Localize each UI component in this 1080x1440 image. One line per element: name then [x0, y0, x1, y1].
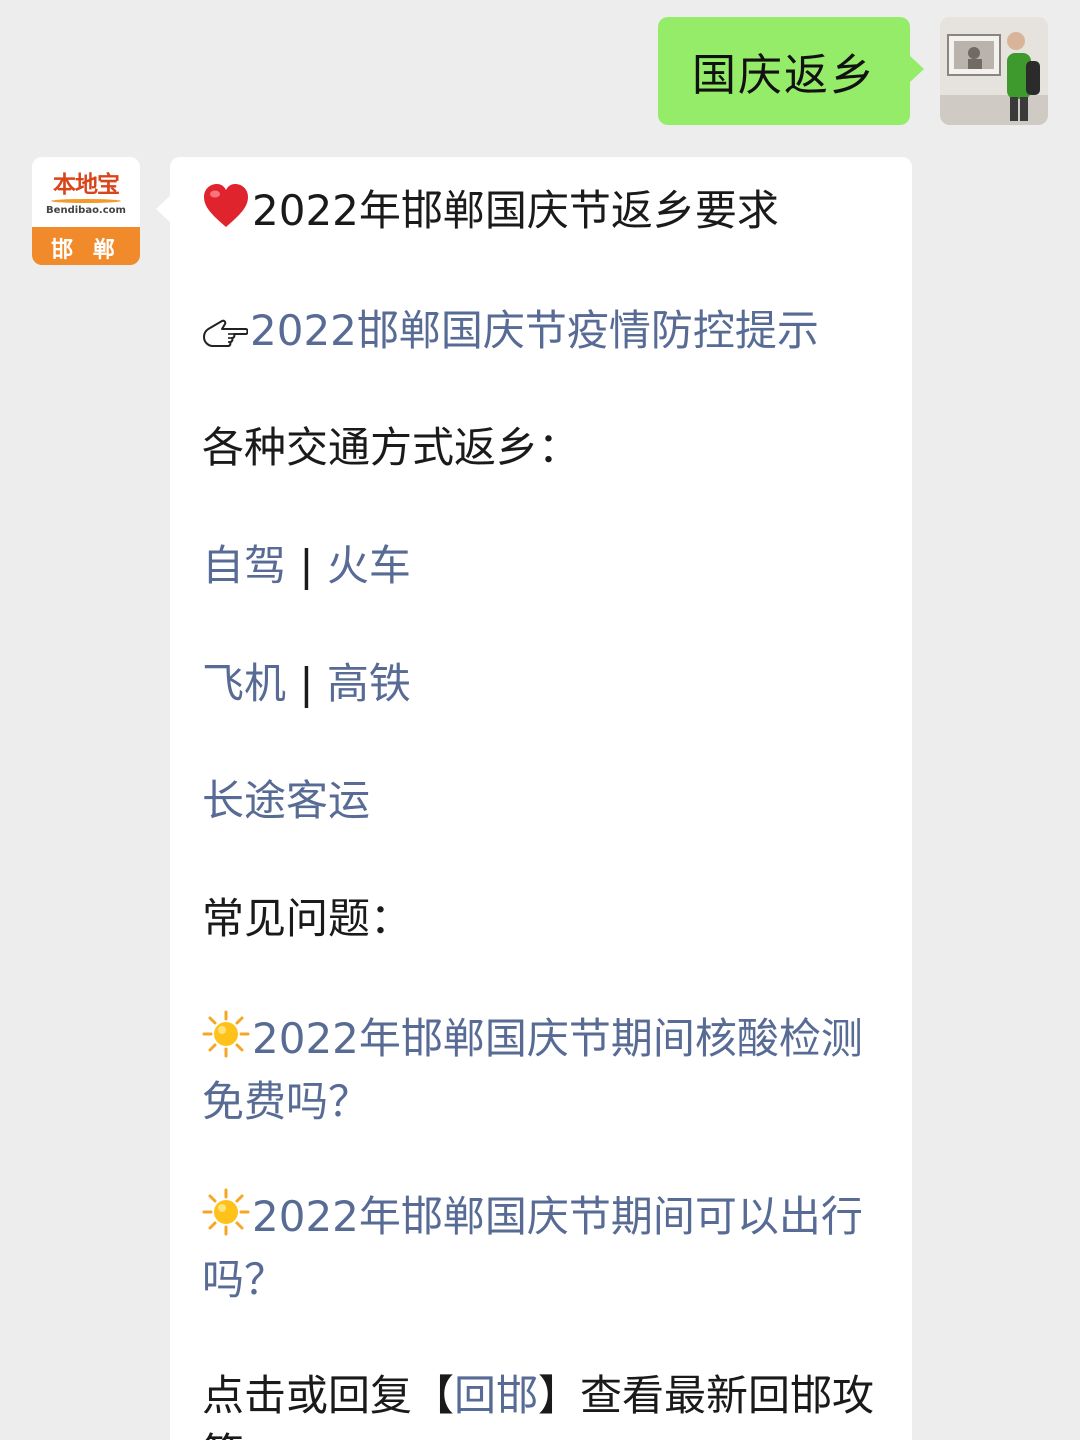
transport-heading: 各种交通方式返乡：: [202, 423, 581, 472]
transport-row-1: 自驾 | 火车: [202, 537, 882, 595]
faq-link-nucleic-test-text: 2022年邯郸国庆节期间核酸检测免费吗？: [202, 1014, 863, 1126]
reply-instruction: 点击或回复【回邯】查看最新回邯攻策: [202, 1367, 882, 1440]
logo-city-banner: 邯 郸: [32, 227, 140, 265]
sun-icon: [202, 1188, 250, 1251]
epidemic-tip-link-text: 2022邯郸国庆节疫情防控提示: [250, 306, 819, 355]
faq-heading: 常见问题：: [202, 894, 413, 943]
train-link[interactable]: 火车: [327, 541, 411, 590]
message-title: 2022年邯郸国庆节返乡要求: [202, 182, 882, 244]
logo-domain-text: Bendibao.com: [46, 204, 126, 216]
faq-link-travel[interactable]: 2022年邯郸国庆节期间可以出行吗？: [202, 1188, 882, 1309]
epidemic-tip-link[interactable]: 2022邯郸国庆节疫情防控提示: [202, 302, 882, 363]
logo-swoosh: [51, 198, 121, 203]
incoming-message-bubble: 2022年邯郸国庆节返乡要求 2022邯郸国庆节疫情防控提示 各种交通方式返乡：…: [156, 157, 912, 1440]
logo-brand-text: 本地宝: [53, 170, 120, 198]
message-title-text: 2022年邯郸国庆节返乡要求: [252, 186, 779, 235]
reply-instruction-prefix: 点击或回复【: [202, 1371, 455, 1420]
bendibao-logo: 本地宝 Bendibao.com: [32, 157, 140, 227]
link-separator: |: [299, 659, 314, 708]
faq-link-travel-text: 2022年邯郸国庆节期间可以出行吗？: [202, 1192, 863, 1304]
bendibao-avatar[interactable]: 本地宝 Bendibao.com 邯 郸: [32, 157, 140, 265]
sun-icon: [202, 1010, 250, 1073]
logo-city-text: 邯 郸: [51, 238, 121, 263]
user-photo-image: [940, 17, 1048, 125]
flight-link[interactable]: 飞机: [202, 659, 286, 708]
heart-icon: [202, 183, 250, 244]
self-drive-link[interactable]: 自驾: [202, 541, 286, 590]
link-separator: |: [299, 541, 314, 590]
pointing-hand-icon: [202, 305, 249, 363]
outgoing-message-row: 国庆返乡: [658, 17, 1048, 125]
faq-link-nucleic-test[interactable]: 2022年邯郸国庆节期间核酸检测免费吗？: [202, 1010, 882, 1131]
reply-keyword-link[interactable]: 回邯: [454, 1371, 538, 1420]
transport-row-2: 飞机 | 高铁: [202, 655, 882, 713]
chat-window: 国庆返乡 本地宝 Bendibao.com 邯 郸 2022年邯郸国庆节返乡要求…: [0, 0, 1080, 1440]
high-speed-rail-link[interactable]: 高铁: [327, 659, 411, 708]
outgoing-message-bubble[interactable]: 国庆返乡: [658, 17, 924, 125]
long-distance-bus-link[interactable]: 长途客运: [202, 772, 882, 830]
user-avatar[interactable]: [940, 17, 1048, 125]
outgoing-message-text: 国庆返乡: [692, 50, 876, 101]
